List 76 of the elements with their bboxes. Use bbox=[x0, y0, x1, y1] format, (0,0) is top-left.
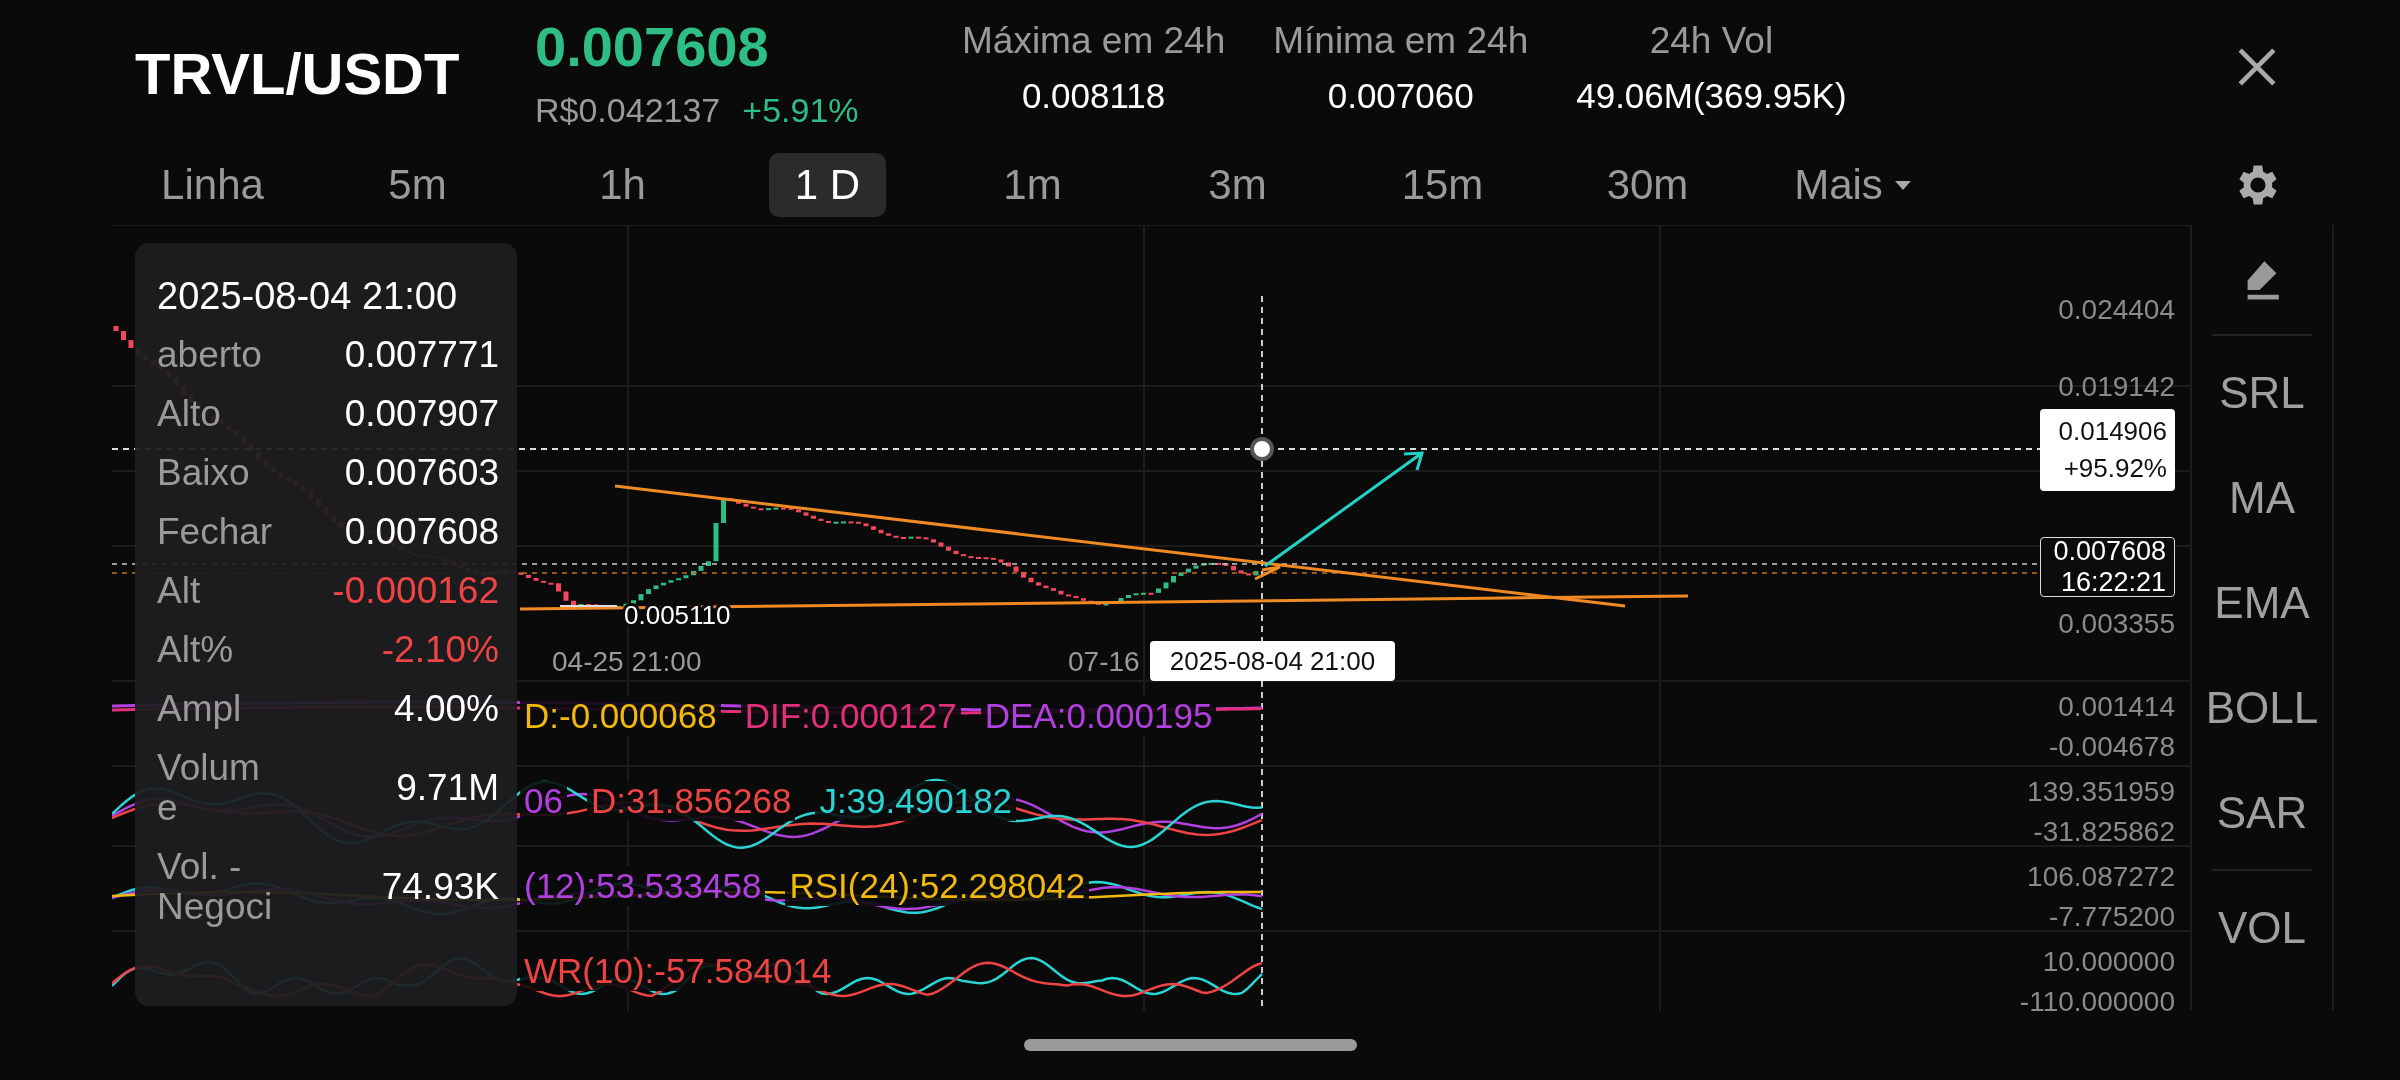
indicator-button[interactable]: SRL bbox=[2219, 367, 2305, 418]
tooltip-label: Alt bbox=[157, 571, 202, 611]
indicator-button[interactable]: EMA bbox=[2214, 577, 2310, 628]
tooltip-label: Alto bbox=[157, 394, 222, 434]
fiat-price: R$0.042137 bbox=[535, 91, 721, 130]
tooltip-value: 4.00% bbox=[393, 689, 499, 729]
current-price: 0.007608 bbox=[2053, 536, 2166, 567]
tooltip-label: Alt% bbox=[157, 630, 235, 670]
tooltip-value: 9.71M bbox=[395, 768, 499, 808]
indicator-value: (12):53.533458 bbox=[520, 866, 766, 906]
price-change: +5.91% bbox=[742, 91, 859, 130]
target-price: 0.014906 bbox=[2058, 416, 2167, 447]
price-axis-label: 0.003355 bbox=[2058, 608, 2175, 639]
stat-value: 0.007060 bbox=[1327, 76, 1474, 116]
indicator-value: D:-0.000068 bbox=[520, 696, 721, 736]
stat-value: 49.06M(369.95K) bbox=[1576, 76, 1847, 116]
tooltip-value: 0.007608 bbox=[343, 512, 499, 552]
candlestick-chart[interactable] bbox=[112, 225, 2190, 1010]
interval-tab[interactable]: 15m bbox=[1375, 153, 1510, 217]
interval-tab[interactable]: Linha bbox=[135, 153, 290, 217]
interval-tab[interactable]: Mais bbox=[1768, 153, 1937, 217]
low-price-label: 0.005110 bbox=[624, 600, 731, 630]
tooltip-value: 74.93K bbox=[380, 867, 499, 907]
stat-value: 0.008118 bbox=[1021, 76, 1166, 116]
price-axis-label: 0.024404 bbox=[2058, 294, 2175, 325]
tooltip-value: 0.007603 bbox=[343, 453, 499, 493]
caret-icon bbox=[1894, 180, 1911, 190]
interval-tab[interactable]: 30m bbox=[1580, 153, 1715, 217]
trend-line[interactable] bbox=[1254, 565, 1282, 581]
last-price: 0.007608 bbox=[535, 14, 770, 79]
tooltip-label: Baixo bbox=[157, 453, 251, 493]
trading-pair: TRVL/USDT bbox=[135, 40, 461, 107]
time-axis-label: 04-25 21:00 bbox=[552, 646, 702, 677]
tooltip-value: -0.000162 bbox=[331, 571, 499, 611]
indicator-value: J:39.490182 bbox=[815, 781, 1017, 821]
indicator-value: 06 bbox=[520, 781, 567, 821]
indicator-button[interactable]: MA bbox=[2229, 472, 2295, 523]
candle-countdown: 16:22:21 bbox=[2060, 567, 2166, 598]
interval-tab[interactable]: 1h bbox=[573, 153, 672, 217]
interval-tab[interactable]: 3m bbox=[1182, 153, 1293, 217]
stat-label: Mínima em 24h bbox=[1273, 20, 1529, 62]
tooltip-label: Volume bbox=[157, 748, 261, 828]
indicator-scale-label: -0.004678 bbox=[2048, 731, 2175, 762]
indicator-scale-label: 106.087272 bbox=[2027, 861, 2175, 892]
indicator-button[interactable]: BOLL bbox=[2205, 682, 2319, 733]
price-axis-label: 0.019142 bbox=[2058, 371, 2175, 402]
target-change: +95.92% bbox=[2063, 453, 2167, 484]
tooltip-label: aberto bbox=[157, 335, 263, 375]
interval-tab[interactable]: 5m bbox=[362, 153, 473, 217]
indicator-scale-label: 0.001414 bbox=[2058, 691, 2175, 722]
close-icon[interactable] bbox=[2236, 46, 2278, 88]
tooltip-value: 0.007771 bbox=[343, 335, 499, 375]
time-axis-label: 07-16 bbox=[1068, 646, 1140, 677]
interval-tab[interactable]: 1 D bbox=[768, 153, 887, 217]
tooltip-label: Fechar bbox=[157, 512, 274, 552]
stat-label: 24h Vol bbox=[1649, 20, 1774, 62]
tooltip-value: 0.007907 bbox=[343, 394, 499, 434]
indicator-scale-label: 10.000000 bbox=[2042, 946, 2175, 977]
crosshair-time: 2025-08-04 21:00 bbox=[1150, 641, 1395, 681]
indicator-scale-label: -7.775200 bbox=[2048, 901, 2175, 932]
indicator-scale-label: -110.000000 bbox=[2019, 986, 2175, 1011]
crosshair-point[interactable] bbox=[1250, 437, 1274, 461]
indicator-scale-label: 139.351959 bbox=[2027, 776, 2175, 807]
tooltip-time: 2025-08-04 21:00 bbox=[157, 274, 459, 319]
projection-arrow[interactable] bbox=[1264, 451, 1425, 568]
indicator-button[interactable]: VOL bbox=[2217, 902, 2306, 953]
indicator-value: DEA:0.000195 bbox=[980, 696, 1217, 736]
indicator-scale-label: -31.825862 bbox=[2033, 816, 2175, 847]
trend-line[interactable] bbox=[614, 484, 1626, 608]
indicator-value: D:31.856268 bbox=[586, 781, 796, 821]
interval-tab[interactable]: 1m bbox=[977, 153, 1088, 217]
indicator-button[interactable]: SAR bbox=[2216, 787, 2308, 838]
tooltip-label: Vol. - Negoci bbox=[157, 847, 274, 927]
tooltip-value: -2.10% bbox=[380, 630, 499, 670]
stat-label: Máxima em 24h bbox=[962, 20, 1226, 62]
tooltip-label: Ampl bbox=[157, 689, 243, 729]
